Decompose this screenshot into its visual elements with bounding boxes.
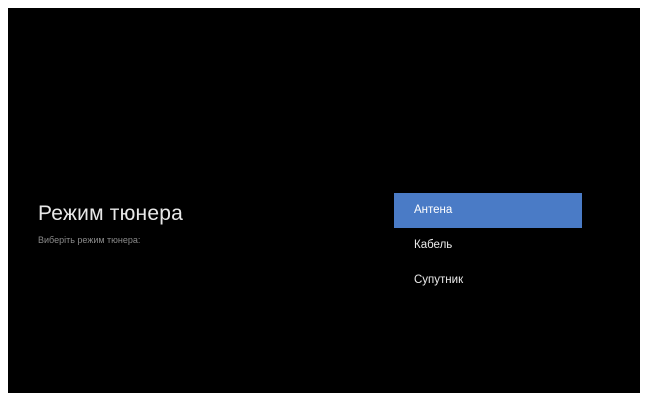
tuner-mode-menu: Антена Кабель Супутник [394, 193, 582, 298]
menu-item-cable[interactable]: Кабель [394, 228, 582, 263]
menu-item-antenna[interactable]: Антена [394, 193, 582, 228]
page-title: Режим тюнера [38, 202, 183, 225]
menu-item-satellite[interactable]: Супутник [394, 263, 582, 298]
tv-screen: Режим тюнера Виберіть режим тюнера: Анте… [8, 8, 640, 393]
page-subtitle: Виберіть режим тюнера: [38, 235, 141, 245]
